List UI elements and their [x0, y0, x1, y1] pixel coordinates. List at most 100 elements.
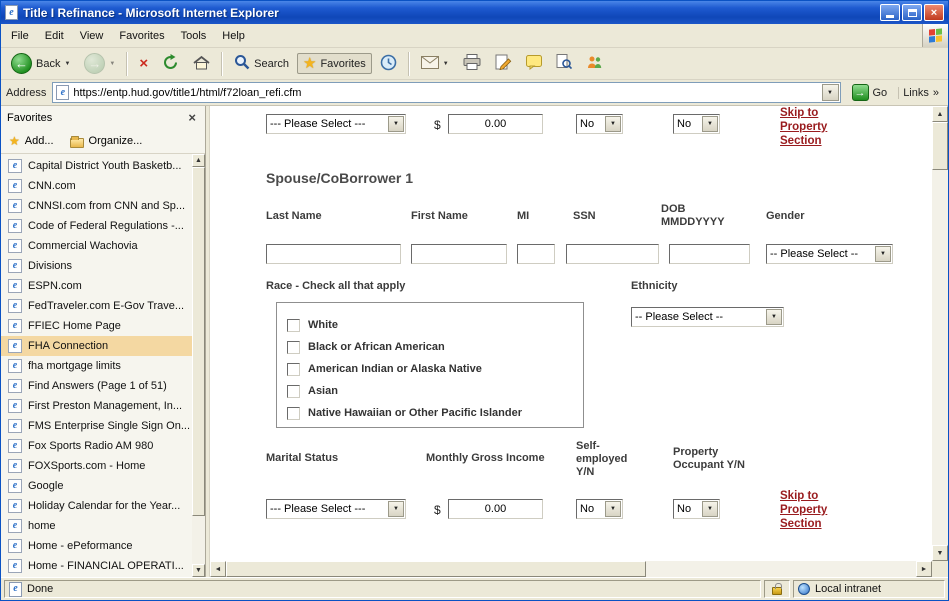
dropdown-arrow-icon[interactable]: ▼	[388, 501, 404, 517]
address-input[interactable]: e https://entp.hud.gov/title1/html/f72lo…	[52, 82, 840, 103]
scroll-down-button[interactable]: ▼	[192, 564, 205, 577]
close-button[interactable]: ×	[924, 4, 944, 21]
address-url[interactable]: https://entp.hud.gov/title1/html/f72loan…	[73, 87, 817, 99]
back-dropdown-icon[interactable]: ▼	[64, 61, 70, 67]
home-button[interactable]	[187, 51, 216, 77]
race-checkbox-group: White Black or African American American…	[276, 302, 584, 428]
favorite-item[interactable]: eHome - FINANCIAL OPERATI...	[1, 556, 192, 576]
race-option-label: Asian	[308, 385, 338, 397]
menu-view[interactable]: View	[72, 26, 112, 46]
dropdown-arrow-icon[interactable]: ▼	[766, 309, 782, 325]
property-occupant-select[interactable]: No ▼	[673, 499, 720, 519]
gender-select[interactable]: -- Please Select -- ▼	[766, 244, 893, 264]
menu-tools[interactable]: Tools	[173, 26, 215, 46]
mail-button[interactable]: ▼	[415, 53, 455, 75]
dropdown-arrow-icon[interactable]: ▼	[388, 116, 404, 132]
favorite-item-selected[interactable]: eFHA Connection	[1, 336, 192, 356]
scrollbar-thumb[interactable]	[192, 167, 205, 516]
favorite-item[interactable]: efha mortgage limits	[1, 356, 192, 376]
mi-input[interactable]	[517, 244, 555, 264]
scrollbar-thumb[interactable]	[226, 561, 646, 577]
scroll-down-button[interactable]: ▼	[932, 545, 948, 561]
menu-help[interactable]: Help	[214, 26, 253, 46]
race-american-indian-checkbox[interactable]	[287, 363, 300, 376]
organize-favorites-button[interactable]: Organize...	[70, 135, 143, 148]
self-employed-select[interactable]: No ▼	[576, 499, 623, 519]
borrower-marital-status-select[interactable]: --- Please Select --- ▼	[266, 114, 406, 134]
favorite-item[interactable]: eGoogle	[1, 476, 192, 496]
favorite-item[interactable]: eFedTraveler.com E-Gov Trave...	[1, 296, 192, 316]
links-chevron-icon[interactable]: »	[933, 87, 939, 99]
favorites-panel-close-button[interactable]: ×	[185, 110, 199, 125]
dropdown-arrow-icon[interactable]: ▼	[875, 246, 891, 262]
favorite-item[interactable]: eCNN.com	[1, 176, 192, 196]
go-button[interactable]: → Go	[847, 83, 893, 102]
race-pacific-islander-checkbox[interactable]	[287, 407, 300, 420]
print-button[interactable]	[457, 51, 487, 76]
first-name-input[interactable]	[411, 244, 507, 264]
race-asian-checkbox[interactable]	[287, 385, 300, 398]
ssn-input[interactable]	[566, 244, 659, 264]
race-white-checkbox[interactable]	[287, 319, 300, 332]
address-dropdown-button[interactable]: ▼	[822, 84, 839, 101]
scroll-up-button[interactable]: ▲	[192, 154, 205, 167]
menu-favorites[interactable]: Favorites	[111, 26, 172, 46]
favorite-label: Fox Sports Radio AM 980	[28, 440, 153, 452]
last-name-input[interactable]	[266, 244, 401, 264]
stop-icon: ×	[139, 56, 148, 71]
favorite-item[interactable]: eCNNSI.com from CNN and Sp...	[1, 196, 192, 216]
scroll-left-button[interactable]: ◄	[210, 561, 226, 577]
monthly-gross-income-input[interactable]	[448, 499, 543, 519]
favorite-item[interactable]: eFOXSports.com - Home	[1, 456, 192, 476]
favorite-item[interactable]: eHoliday Calendar for the Year...	[1, 496, 192, 516]
messenger-button[interactable]	[580, 52, 609, 76]
marital-status-select[interactable]: --- Please Select --- ▼	[266, 499, 406, 519]
borrower-self-employed-select[interactable]: No ▼	[576, 114, 623, 134]
forward-button[interactable]: → ▼	[78, 50, 121, 77]
favorite-item[interactable]: eDivisions	[1, 256, 192, 276]
borrower-occupant-select[interactable]: No ▼	[673, 114, 720, 134]
menu-file[interactable]: File	[3, 26, 37, 46]
favorite-item[interactable]: eFFIEC Home Page	[1, 316, 192, 336]
scrollbar-track[interactable]	[192, 167, 205, 564]
refresh-button[interactable]	[156, 51, 185, 77]
favorite-item[interactable]: eFox Sports Radio AM 980	[1, 436, 192, 456]
scroll-right-button[interactable]: ►	[916, 561, 932, 577]
edit-button[interactable]	[489, 51, 518, 76]
favorite-item[interactable]: eCommercial Wachovia	[1, 236, 192, 256]
stop-button[interactable]: ×	[133, 53, 154, 74]
ethnicity-select[interactable]: -- Please Select -- ▼	[631, 307, 784, 327]
discuss-button[interactable]	[520, 52, 548, 76]
research-button[interactable]	[550, 51, 578, 76]
favorite-item[interactable]: eFirst Preston Management, In...	[1, 396, 192, 416]
select-value: -- Please Select --	[635, 311, 765, 323]
dropdown-arrow-icon[interactable]: ▼	[702, 116, 718, 132]
favorite-item[interactable]: eFind Answers (Page 1 of 51)	[1, 376, 192, 396]
dropdown-arrow-icon[interactable]: ▼	[605, 116, 621, 132]
favorite-item[interactable]: eFMS Enterprise Single Sign On...	[1, 416, 192, 436]
links-toolbar[interactable]: Links »	[898, 87, 943, 99]
dropdown-arrow-icon[interactable]: ▼	[605, 501, 621, 517]
skip-to-property-link[interactable]: Skip to Property Section	[780, 106, 844, 148]
scrollbar-thumb[interactable]	[932, 122, 948, 170]
favorite-item[interactable]: eHome - ePeformance	[1, 536, 192, 556]
favorite-item[interactable]: ehome	[1, 516, 192, 536]
favorite-item[interactable]: eESPN.com	[1, 276, 192, 296]
maximize-button[interactable]	[902, 4, 922, 21]
race-black-checkbox[interactable]	[287, 341, 300, 354]
history-button[interactable]	[374, 51, 403, 77]
search-button[interactable]: Search	[228, 51, 295, 76]
menu-edit[interactable]: Edit	[37, 26, 72, 46]
add-favorite-button[interactable]: ★ Add...	[9, 135, 54, 147]
minimize-button[interactable]	[880, 4, 900, 21]
dropdown-arrow-icon[interactable]: ▼	[702, 501, 718, 517]
favorites-button[interactable]: ★ Favorites	[297, 53, 372, 74]
scroll-up-button[interactable]: ▲	[932, 106, 948, 122]
skip-to-property-link[interactable]: Skip to Property Section	[780, 489, 844, 531]
mail-dropdown-icon[interactable]: ▼	[443, 61, 449, 67]
favorite-item[interactable]: eCode of Federal Regulations -...	[1, 216, 192, 236]
borrower-income-input[interactable]	[448, 114, 543, 134]
back-button[interactable]: ← Back ▼	[5, 50, 76, 77]
favorite-item[interactable]: eCapital District Youth Basketb...	[1, 156, 192, 176]
dob-input[interactable]	[669, 244, 750, 264]
